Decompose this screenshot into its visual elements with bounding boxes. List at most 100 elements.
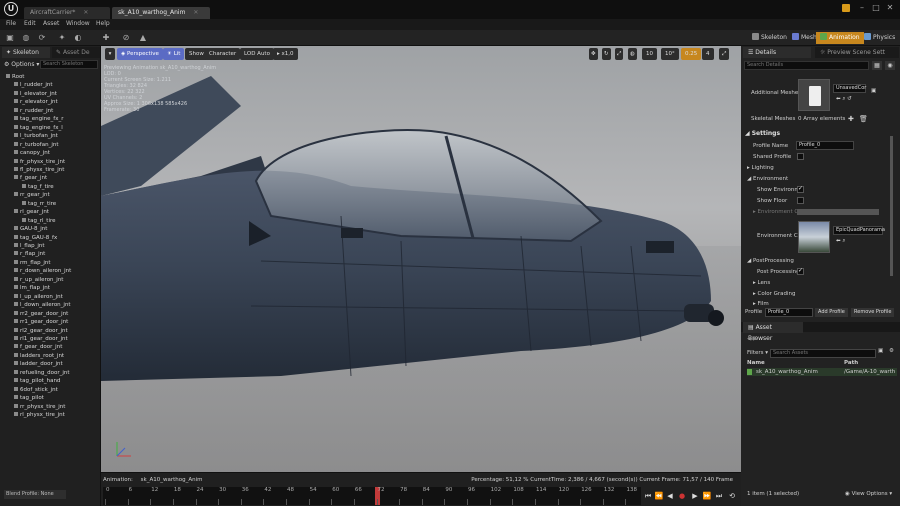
back-forward-icon[interactable]: ◀ ▶ [747, 336, 757, 342]
close-icon[interactable]: ✕ [83, 9, 88, 16]
cubemap-thumbnail[interactable] [798, 221, 830, 253]
mesh-thumbnail[interactable] [798, 79, 830, 111]
bone-item[interactable]: refueling_door_jnt [14, 369, 70, 377]
lens-section[interactable]: ▸ Lens [753, 280, 770, 286]
bone-item[interactable]: fl_physx_tire_jnt [14, 166, 64, 174]
settings-icon[interactable]: ⚙ [889, 348, 894, 354]
maximize-icon[interactable]: □ [870, 3, 882, 13]
bone-item[interactable]: rr2_gear_door_jnt [14, 310, 68, 318]
browse-arrow-icon[interactable]: ⬅ ⌕ ↺ [836, 96, 852, 103]
skip-start-icon[interactable]: ⏮ [643, 490, 653, 502]
mode-animation[interactable]: Animation [816, 32, 864, 44]
menu-help[interactable]: Help [96, 20, 110, 27]
save-search-icon[interactable]: ▣ [878, 348, 883, 354]
viewport[interactable]: ▾ ◈ Perspective ☀ Lit Show Character LOD… [101, 46, 741, 472]
delete-icon[interactable]: 🗑 [859, 115, 868, 123]
translate-icon[interactable]: ✥ [589, 48, 598, 60]
cubemap-select[interactable]: EpicQuadPanorama [833, 226, 885, 235]
filters-dropdown[interactable]: Filters ▾ [747, 350, 768, 356]
bone-item[interactable]: l_down_aileron_jnt [14, 301, 71, 309]
scale-icon[interactable]: ⤢ [615, 48, 624, 60]
bone-item[interactable]: tag_pilot_hand [14, 377, 60, 385]
profile-select[interactable]: Profile_0 [765, 308, 813, 317]
shared-profile-checkbox[interactable] [797, 153, 804, 160]
bone-item[interactable]: 6dof_stick_jnt [14, 386, 58, 394]
rotate-icon[interactable]: ↻ [602, 48, 611, 60]
bone-item[interactable]: l_flap_jnt [14, 242, 45, 250]
menu-asset[interactable]: Asset [43, 20, 59, 27]
play-icon[interactable]: ▶ [690, 490, 700, 502]
play-reverse-icon[interactable]: ◀ [665, 490, 675, 502]
grid-snap-value[interactable]: 10 [642, 48, 657, 60]
bone-item[interactable]: tag_rr_tire [22, 200, 56, 208]
browse-arrow-icon[interactable]: ⬅ ⌕ [836, 238, 845, 245]
compress-icon[interactable]: ▲ [137, 32, 149, 43]
bone-item[interactable]: GAU-8_jnt [14, 225, 47, 233]
bone-item[interactable]: tag_GAU-8_fx [14, 234, 57, 242]
name-column-header[interactable]: Name [747, 360, 765, 366]
bone-item[interactable]: rl2_gear_door_jnt [14, 327, 68, 335]
bone-item[interactable]: f_gear_door_jnt [14, 343, 62, 351]
tab-skeleton[interactable]: ✦ Skeleton [2, 47, 50, 58]
viewport-menu-icon[interactable]: ▾ [105, 48, 115, 60]
close-icon[interactable]: ✕ [884, 3, 896, 13]
tab-asset-details[interactable]: ✎ Asset De [52, 47, 100, 58]
bone-item[interactable]: Root [6, 73, 24, 81]
bone-item[interactable]: l_elevator_jnt [14, 90, 57, 98]
playback-speed-button[interactable]: ▸ x1,0 [273, 48, 298, 60]
bone-item[interactable]: fr_physx_tire_jnt [14, 158, 65, 166]
close-icon[interactable]: ✕ [193, 9, 198, 16]
browse-icon[interactable]: ◍ [20, 32, 32, 43]
bone-item[interactable]: rl_gear_jnt [14, 208, 49, 216]
timeline-scrubber[interactable]: 0 6 12 18 24 30 36 42 48 54 60 66 72 78 84 90 96 102 108 11… [103, 487, 641, 505]
eye-icon[interactable]: ◉ [885, 61, 895, 70]
lit-button[interactable]: ☀ Lit [163, 48, 185, 60]
mode-physics[interactable]: Physics [860, 32, 899, 44]
bone-item[interactable]: rr_physx_tire_jnt [14, 403, 65, 411]
bone-item[interactable]: rl1_gear_door_jnt [14, 335, 68, 343]
bone-item[interactable]: tag_rl_tire [22, 217, 56, 225]
environment-section[interactable]: ◢ Environment [747, 176, 788, 182]
bone-item[interactable]: rm_flap_jnt [14, 259, 51, 267]
tab-asset-browser[interactable]: ▤ Asset Browser [743, 322, 803, 342]
maximize-viewport-icon[interactable]: ⤢ [719, 48, 730, 60]
scale-snap-value[interactable]: 0.25 [681, 48, 702, 60]
additional-meshes-select[interactable]: UnsavedCor [833, 84, 866, 93]
bone-item[interactable]: r_flap_jnt [14, 250, 45, 258]
show-floor-checkbox[interactable] [797, 197, 804, 204]
preview-mesh-icon[interactable]: ◐ [72, 32, 84, 43]
color-grading-section[interactable]: ▸ Color Grading [753, 291, 796, 297]
bone-item[interactable]: r_down_aileron_jnt [14, 267, 71, 275]
remove-profile-button[interactable]: Remove Profile [851, 308, 895, 317]
asset-search-input[interactable]: Search Assets [770, 349, 876, 358]
bone-item[interactable]: r_elevator_jnt [14, 98, 58, 106]
menu-edit[interactable]: Edit [24, 20, 36, 27]
bone-item[interactable]: tag_f_tire [22, 183, 54, 191]
options-dropdown[interactable]: ⚙ Options ▾ [4, 61, 39, 68]
save-icon[interactable]: ▣ [4, 32, 16, 43]
lod-button[interactable]: LOD Auto [240, 48, 274, 60]
view-options-button[interactable]: ◉ View Options ▾ [845, 491, 892, 497]
reimport-icon[interactable]: ⟳ [36, 32, 48, 43]
bone-item[interactable]: ladder_door_jnt [14, 360, 63, 368]
add-icon[interactable]: ✚ [100, 32, 112, 43]
post-processing-checkbox[interactable] [797, 267, 804, 275]
record-icon[interactable]: ● [677, 490, 687, 502]
bone-item[interactable]: tag_pilot [14, 394, 44, 402]
notification-icon[interactable] [842, 4, 850, 12]
rotation-snap-value[interactable]: 10° [661, 48, 679, 60]
bone-item[interactable]: canopy_jnt [14, 149, 50, 157]
world-icon[interactable]: ◍ [628, 48, 637, 60]
bone-item[interactable]: rr1_gear_door_jnt [14, 318, 68, 326]
environment-color-swatch[interactable] [797, 209, 879, 215]
settings-section-header[interactable]: ◢ Settings [745, 130, 780, 137]
lighting-section[interactable]: ▸ Lighting [747, 165, 774, 171]
add-element-icon[interactable]: ✚ [848, 115, 854, 123]
tab-animation[interactable]: sk_A10_warthog_Anim ✕ [112, 7, 210, 19]
bone-item[interactable]: tag_engine_fx_l [14, 124, 63, 132]
scrollbar[interactable] [890, 136, 893, 276]
bone-item[interactable]: r_turbofan_jnt [14, 141, 58, 149]
bone-item[interactable]: tag_engine_fx_r [14, 115, 63, 123]
menu-file[interactable]: File [6, 20, 16, 27]
bone-item[interactable]: rr_gear_jnt [14, 191, 50, 199]
